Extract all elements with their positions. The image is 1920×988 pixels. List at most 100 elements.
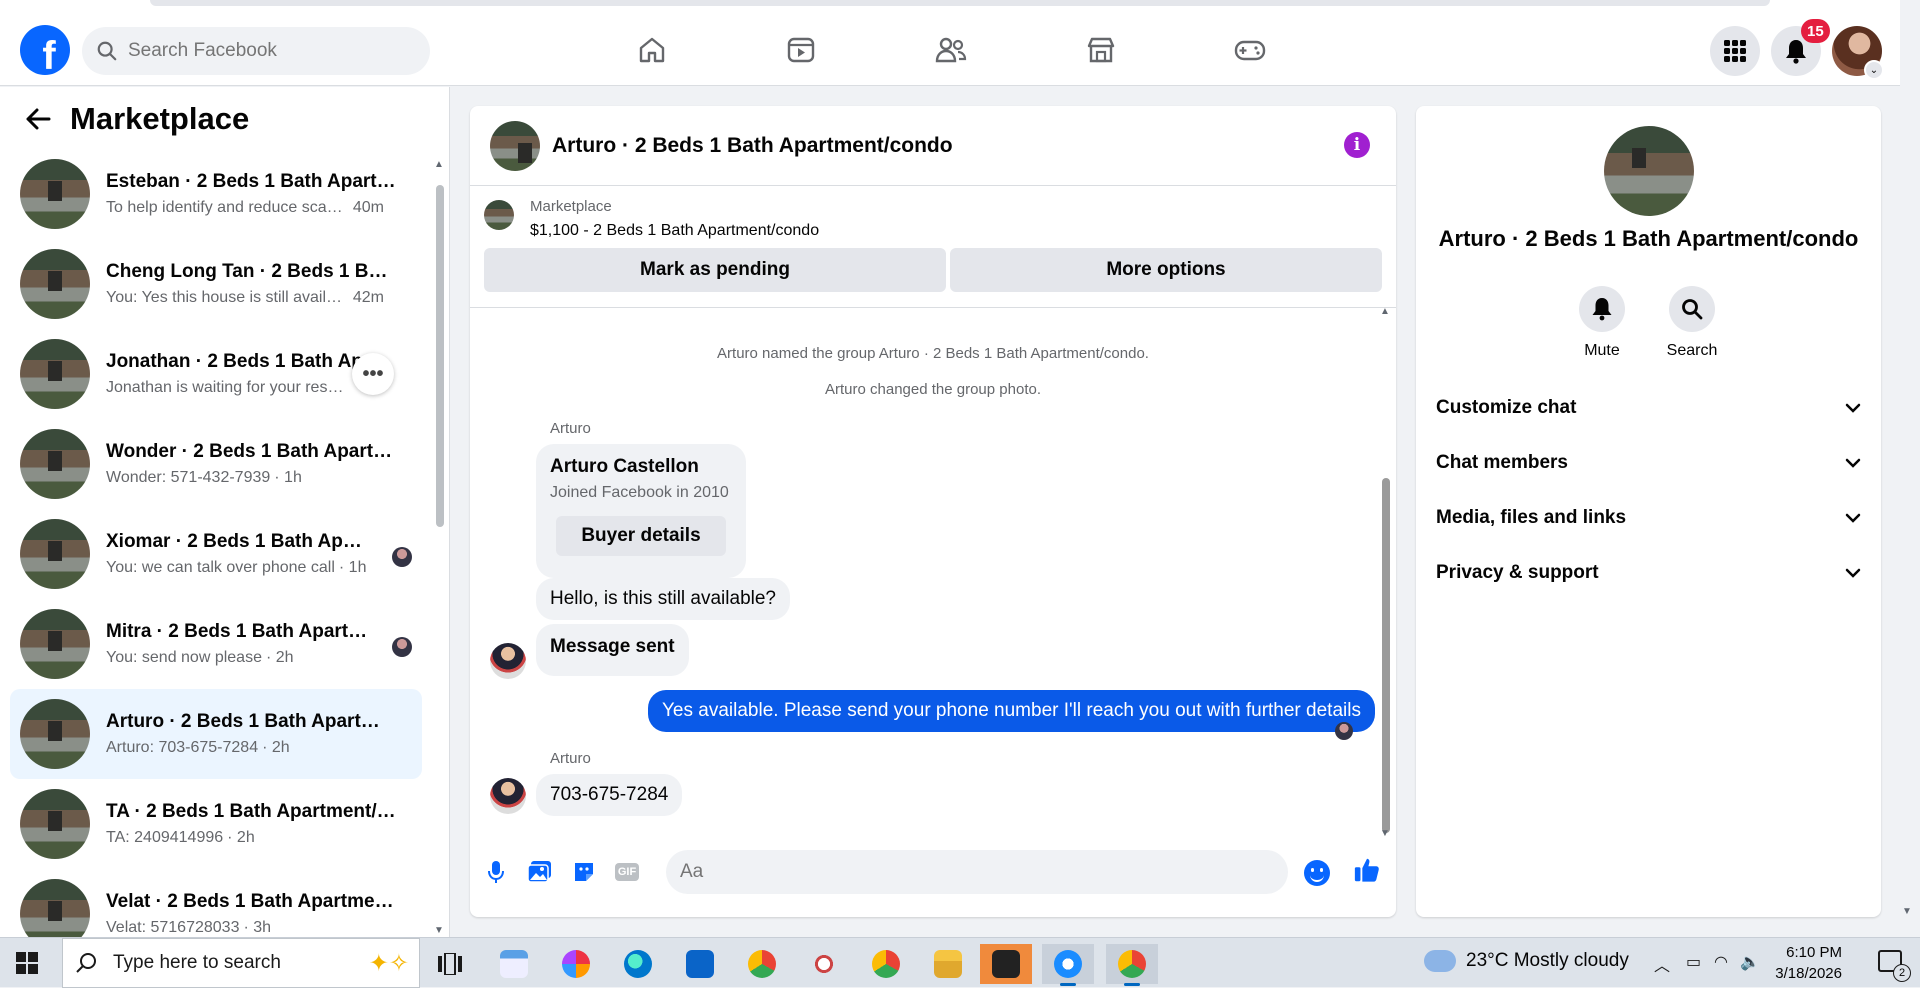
edge-app-icon[interactable] [612,944,664,984]
marketplace-icon[interactable] [1081,28,1121,72]
conversation-item[interactable]: Wonder · 2 Beds 1 Bath Apartme... Wonder… [10,419,422,509]
details-title: Arturo · 2 Beds 1 Bath Apartment/condo [1438,226,1859,251]
scroll-down-arrow-icon[interactable]: ▼ [1380,828,1390,839]
media-files-links-section[interactable]: Media, files and links [1436,498,1861,538]
emoji-icon[interactable] [1304,860,1330,886]
task-view-icon[interactable] [424,944,476,984]
home-icon[interactable] [632,28,672,72]
photo-icon[interactable] [526,858,554,886]
conversation-list: Esteban · 2 Beds 1 Bath Apartme... To he… [10,149,422,959]
active-app-indicator [1124,983,1140,986]
mark-as-pending-button[interactable]: Mark as pending [484,248,946,292]
weather-widget[interactable]: 23°C Mostly cloudy [1420,944,1629,972]
scroll-down-arrow-icon[interactable]: ▼ [434,925,444,936]
sender-avatar[interactable] [490,778,526,814]
message-bubble[interactable]: 703-675-7284 [536,774,683,816]
conversation-snippet: Wonder: 571-432-7939 [106,469,271,486]
notepad-app-icon[interactable] [488,944,540,984]
conversation-time: · 1h [338,559,367,576]
my-message-bubble[interactable]: Yes available. Please send your phone nu… [648,690,1375,732]
conversation-time: · 1h [274,469,302,486]
section-label: Media, files and links [1436,507,1627,528]
mute-action[interactable]: Mute [1562,286,1642,360]
message-bubble[interactable]: Message sent [536,624,689,676]
conversation-snippet: Velat: 5716728033 [106,919,240,936]
video-icon[interactable] [781,28,821,72]
scroll-up-arrow-icon[interactable]: ▲ [1380,306,1390,317]
tray-chevron-up-icon[interactable]: ︿ [1654,952,1670,976]
account-chevron-down-icon[interactable]: ⌄ [1864,60,1884,80]
listing-thumbnail [20,699,90,769]
windows-start-icon[interactable] [16,952,38,974]
customize-chat-section[interactable]: Customize chat [1436,388,1861,428]
snipping-tool-icon[interactable] [798,944,850,984]
search-action[interactable]: Search [1652,286,1732,360]
conversation-item[interactable]: Xiomar · 2 Beds 1 Bath Apart... You: we … [10,509,422,599]
scrollbar-thumb[interactable] [1382,478,1390,833]
page-scroll-down-arrow-icon[interactable]: ▼ [1902,906,1912,917]
conversation-name: Velat · 2 Beds 1 Bath Apartment/... [106,891,396,912]
more-options-dots-icon[interactable]: ••• [352,353,394,395]
scroll-up-arrow-icon[interactable]: ▲ [434,159,444,170]
microphone-icon[interactable] [482,858,510,886]
search-label: Search [1666,342,1718,359]
chrome-profile-app-icon[interactable] [860,944,912,984]
conversation-item-active[interactable]: Arturo · 2 Beds 1 Bath Apartmen... Artur… [10,689,422,779]
conversation-name: Esteban · 2 Beds 1 Bath Apartme... [106,171,396,192]
search-icon[interactable] [1669,286,1715,332]
facebook-logo-icon[interactable]: f [20,25,70,75]
conversation-item[interactable]: Cheng Long Tan · 2 Beds 1 Bath ... You: … [10,239,422,329]
group-photo[interactable] [1604,126,1694,216]
conversation-item[interactable]: TA · 2 Beds 1 Bath Apartment/co... TA: 2… [10,779,422,869]
search-bar[interactable] [82,27,430,75]
search-input[interactable] [128,40,408,62]
chat-details-panel: Arturo · 2 Beds 1 Bath Apartment/condo M… [1416,106,1881,917]
info-icon[interactable]: i [1344,132,1370,158]
conversation-item[interactable]: Mitra · 2 Beds 1 Bath Apartme... You: se… [10,599,422,689]
chat-title[interactable]: Arturo · 2 Beds 1 Bath Apartment/condo [552,134,953,158]
notification-count-badge: 15 [1801,19,1830,43]
buyer-details-button[interactable]: Buyer details [556,516,726,556]
mute-label: Mute [1584,342,1620,359]
sticky-notes-app-icon[interactable] [980,944,1032,984]
outlook-app-icon[interactable] [674,944,726,984]
wifi-icon[interactable]: ◠ [1714,952,1728,972]
system-clock[interactable]: 6:10 PM 3/18/2026 [1752,942,1842,984]
back-arrow-icon[interactable] [20,101,56,137]
chat-group-photo[interactable] [490,120,540,171]
file-explorer-icon[interactable] [922,944,974,984]
chat-members-section[interactable]: Chat members [1436,443,1861,483]
bell-icon[interactable] [1579,286,1625,332]
menu-grid-icon[interactable] [1710,26,1760,76]
gaming-icon[interactable] [1230,28,1270,72]
listing-price-title[interactable]: $1,100 - 2 Beds 1 Bath Apartment/condo [530,222,819,240]
listing-thumbnail[interactable] [484,200,514,230]
message-composer: GIF [470,846,1396,906]
like-thumb-icon[interactable] [1353,856,1381,884]
conversation-name: Wonder · 2 Beds 1 Bath Apartme... [106,441,396,462]
scrollbar-thumb[interactable] [436,185,444,527]
listing-thumbnail [20,159,90,229]
conversation-item[interactable]: Esteban · 2 Beds 1 Bath Apartme... To he… [10,149,422,239]
sticker-icon[interactable] [570,858,598,886]
conversation-list-scrollbar[interactable]: ▲ ▼ [434,159,446,939]
browser-app-icon[interactable] [1042,944,1094,986]
conversation-item[interactable]: Jonathan · 2 Beds 1 Bath Apa... Jonathan… [10,329,422,419]
conversation-name: Arturo · 2 Beds 1 Bath Apartmen... [106,711,396,732]
device-icon[interactable]: ▭ [1686,952,1701,972]
gif-icon[interactable]: GIF [612,858,642,886]
sender-avatar[interactable] [490,643,526,679]
buyer-name: Arturo Castellon [550,456,699,477]
message-thread-scrollbar[interactable]: ▲ ▼ [1380,306,1392,848]
chrome-app-icon[interactable] [736,944,788,984]
copilot-app-icon[interactable] [550,944,602,984]
browser-address-strip [150,0,1770,6]
friends-icon[interactable] [931,28,971,72]
chrome-active-app-icon[interactable] [1106,944,1158,986]
more-options-button[interactable]: More options [950,248,1382,292]
chat-header: Arturo · 2 Beds 1 Bath Apartment/condo i [470,106,1396,186]
message-input[interactable] [666,850,1288,894]
privacy-support-section[interactable]: Privacy & support [1436,553,1861,593]
message-bubble[interactable]: Hello, is this still available? [536,578,790,620]
taskbar-search[interactable]: Type here to search ✦✧ [62,938,420,988]
